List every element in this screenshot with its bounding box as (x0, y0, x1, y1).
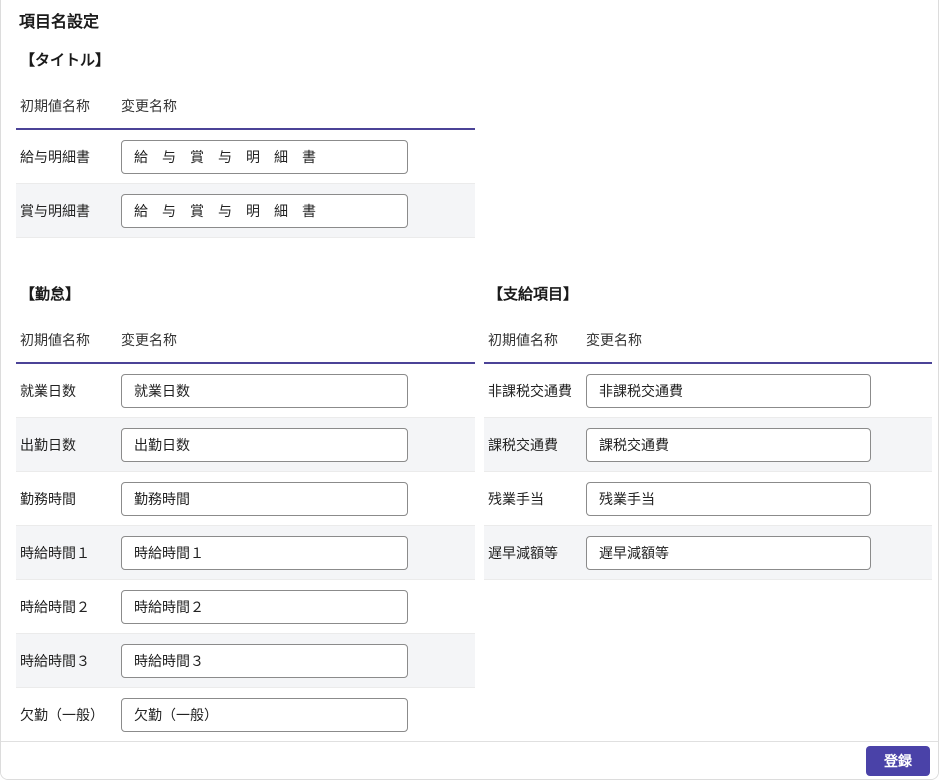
section-payment: 【支給項目】 初期値名称 変更名称 非課税交通費 課税交通費 残業手当 遅早減額… (484, 286, 932, 580)
table-row: 時給時間２ (16, 580, 475, 634)
table-row: 課税交通費 (484, 418, 932, 472)
register-button[interactable]: 登録 (866, 745, 930, 776)
table-row: 時給時間１ (16, 526, 475, 580)
section-attendance: 【勤怠】 初期値名称 変更名称 就業日数 出勤日数 勤務時間 時給時間１ (16, 286, 475, 742)
col-changed-name: 変更名称 (121, 98, 177, 114)
col-changed-name: 変更名称 (121, 332, 177, 348)
table-row: 残業手当 (484, 472, 932, 526)
column-headers: 初期値名称 変更名称 (16, 331, 475, 349)
changed-name-input[interactable] (121, 373, 408, 408)
changed-name-input[interactable] (586, 535, 871, 570)
row-label: 給与明細書 (20, 148, 90, 165)
footer-bar: 登録 (1, 741, 938, 779)
row-label: 時給時間２ (20, 598, 90, 615)
changed-name-input[interactable] (586, 373, 871, 408)
table-row: 勤務時間 (16, 472, 475, 526)
col-initial-name: 初期値名称 (488, 332, 558, 348)
changed-name-input[interactable] (121, 535, 408, 570)
row-label: 時給時間１ (20, 544, 90, 561)
changed-name-input[interactable] (121, 589, 408, 624)
table-rows: 就業日数 出勤日数 勤務時間 時給時間１ 時給時間２ 時給時間３ (16, 364, 475, 742)
table-rows: 給与明細書 賞与明細書 (16, 130, 475, 238)
page-title: 項目名設定 (19, 14, 100, 31)
section-title: 【タイトル】 初期値名称 変更名称 給与明細書 賞与明細書 (16, 52, 475, 238)
changed-name-input[interactable] (586, 427, 871, 462)
changed-name-input[interactable] (586, 481, 871, 516)
section-heading-attendance: 【勤怠】 (20, 286, 81, 303)
changed-name-input[interactable] (121, 697, 408, 732)
section-heading-payment: 【支給項目】 (488, 286, 579, 303)
row-label: 欠勤（一般） (20, 706, 104, 723)
row-label: 勤務時間 (20, 490, 76, 507)
changed-name-input[interactable] (121, 427, 408, 462)
changed-name-input[interactable] (121, 139, 408, 174)
row-label: 残業手当 (488, 490, 544, 507)
row-label: 遅早減額等 (488, 544, 558, 561)
table-rows: 非課税交通費 課税交通費 残業手当 遅早減額等 (484, 364, 932, 580)
table-row: 出勤日数 (16, 418, 475, 472)
table-row: 給与明細書 (16, 130, 475, 184)
row-label: 賞与明細書 (20, 202, 90, 219)
section-heading-title: 【タイトル】 (20, 52, 111, 69)
col-initial-name: 初期値名称 (20, 98, 90, 114)
row-label: 就業日数 (20, 382, 76, 399)
row-label: 時給時間３ (20, 652, 90, 669)
changed-name-input[interactable] (121, 643, 408, 678)
table-row: 時給時間３ (16, 634, 475, 688)
table-row: 就業日数 (16, 364, 475, 418)
table-row: 欠勤（一般） (16, 688, 475, 742)
item-name-settings-page: 項目名設定 【タイトル】 初期値名称 変更名称 給与明細書 賞与明細書 【勤怠】… (0, 0, 939, 780)
column-headers: 初期値名称 変更名称 (16, 97, 475, 115)
changed-name-input[interactable] (121, 193, 408, 228)
column-headers: 初期値名称 変更名称 (484, 331, 932, 349)
table-row: 非課税交通費 (484, 364, 932, 418)
col-changed-name: 変更名称 (586, 332, 642, 348)
changed-name-input[interactable] (121, 481, 408, 516)
col-initial-name: 初期値名称 (20, 332, 90, 348)
row-label: 出勤日数 (20, 436, 76, 453)
row-label: 非課税交通費 (488, 382, 572, 399)
row-label: 課税交通費 (488, 436, 558, 453)
table-row: 遅早減額等 (484, 526, 932, 580)
table-row: 賞与明細書 (16, 184, 475, 238)
